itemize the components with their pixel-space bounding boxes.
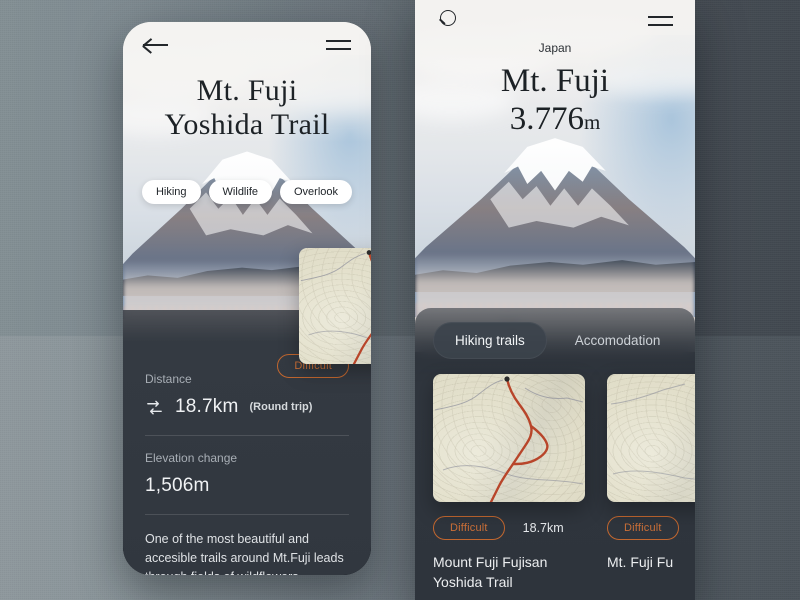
topographic-map xyxy=(607,374,695,502)
map-trail-route xyxy=(300,250,371,364)
distance-note: (Round trip) xyxy=(249,401,313,413)
bottom-sheet: Hiking trails Accomodation Difficult 18.… xyxy=(415,308,695,600)
distance-value: 18.7km xyxy=(175,396,239,417)
mountain-height: 3.776m xyxy=(415,100,695,141)
chip-overlook[interactable]: Overlook xyxy=(280,180,353,204)
trail-info-content: Difficult Distance 18.7km (Round trip) E… xyxy=(123,354,371,575)
chip-wildlife[interactable]: Wildlife xyxy=(208,180,272,204)
mountain-height-value: 3.776 xyxy=(509,101,584,137)
topographic-map xyxy=(299,248,371,364)
trail-name-line-2: Yoshida Trail xyxy=(433,574,513,590)
screenshot-canvas: Mt. Fuji Yoshida Trail Hiking Wildlife O… xyxy=(0,0,800,600)
trail-name-line-1: Mt. Fuji Fu xyxy=(607,554,674,570)
elevation-label: Elevation change xyxy=(145,451,238,465)
hamburger-menu-icon[interactable] xyxy=(326,39,351,51)
trail-card-list: Difficult 18.7km Mount Fuji Fujisan Yosh… xyxy=(433,374,695,592)
search-icon[interactable] xyxy=(437,10,459,32)
trail-map-thumbnail[interactable] xyxy=(299,248,371,364)
map-trail-route xyxy=(610,383,695,480)
phone-left: Mt. Fuji Yoshida Trail Hiking Wildlife O… xyxy=(123,22,371,575)
title-line-2: Yoshida Trail xyxy=(164,108,330,141)
topographic-map xyxy=(433,374,585,502)
left-screen: Mt. Fuji Yoshida Trail Hiking Wildlife O… xyxy=(123,22,371,575)
trail-card-meta: Difficult 18.7km xyxy=(433,516,585,540)
page-title: Mt. Fuji Yoshida Trail xyxy=(123,74,371,142)
right-screen: Japan Mt. Fuji 3.776m Hiking trails Acco… xyxy=(415,0,695,600)
hamburger-menu-icon[interactable] xyxy=(648,15,673,27)
map-trail-route xyxy=(434,376,584,502)
trail-card[interactable]: Difficult Mt. Fuji Fu xyxy=(607,374,695,592)
difficulty-badge[interactable]: Difficult xyxy=(607,516,679,540)
phone-right: Japan Mt. Fuji 3.776m Hiking trails Acco… xyxy=(415,0,695,600)
trail-description: One of the most beautiful and accesible … xyxy=(145,532,344,575)
tab-hiking-trails[interactable]: Hiking trails xyxy=(433,322,547,359)
divider xyxy=(145,514,349,515)
tag-chip-list: Hiking Wildlife Overlook xyxy=(123,180,371,204)
mountain-title: Mt. Fuji 3.776m xyxy=(415,62,695,141)
right-topbar xyxy=(415,0,695,42)
tab-bar: Hiking trails Accomodation xyxy=(433,322,682,359)
chip-hiking[interactable]: Hiking xyxy=(141,180,201,204)
mountain-height-unit: m xyxy=(583,110,601,134)
trail-card-meta: Difficult xyxy=(607,516,695,540)
title-line-1: Mt. Fuji xyxy=(196,74,298,107)
left-topbar xyxy=(123,22,371,68)
mountain-name: Mt. Fuji xyxy=(500,63,610,99)
trail-card-title: Mt. Fuji Fu xyxy=(607,552,695,572)
distance-row: 18.7km (Round trip) xyxy=(145,396,349,418)
trail-card[interactable]: Difficult 18.7km Mount Fuji Fujisan Yosh… xyxy=(433,374,585,592)
difficulty-badge[interactable]: Difficult xyxy=(433,516,505,540)
trail-distance: 18.7km xyxy=(522,521,564,535)
trail-name-line-1: Mount Fuji Fujisan xyxy=(433,554,548,570)
country-label: Japan xyxy=(538,41,572,55)
trail-card-title: Mount Fuji Fujisan Yoshida Trail xyxy=(433,552,585,592)
arrow-left-icon[interactable] xyxy=(142,36,169,54)
elevation-value: 1,506m xyxy=(145,475,210,496)
tab-accomodation[interactable]: Accomodation xyxy=(553,322,683,359)
round-trip-loop-icon xyxy=(145,399,164,416)
divider xyxy=(145,435,349,436)
